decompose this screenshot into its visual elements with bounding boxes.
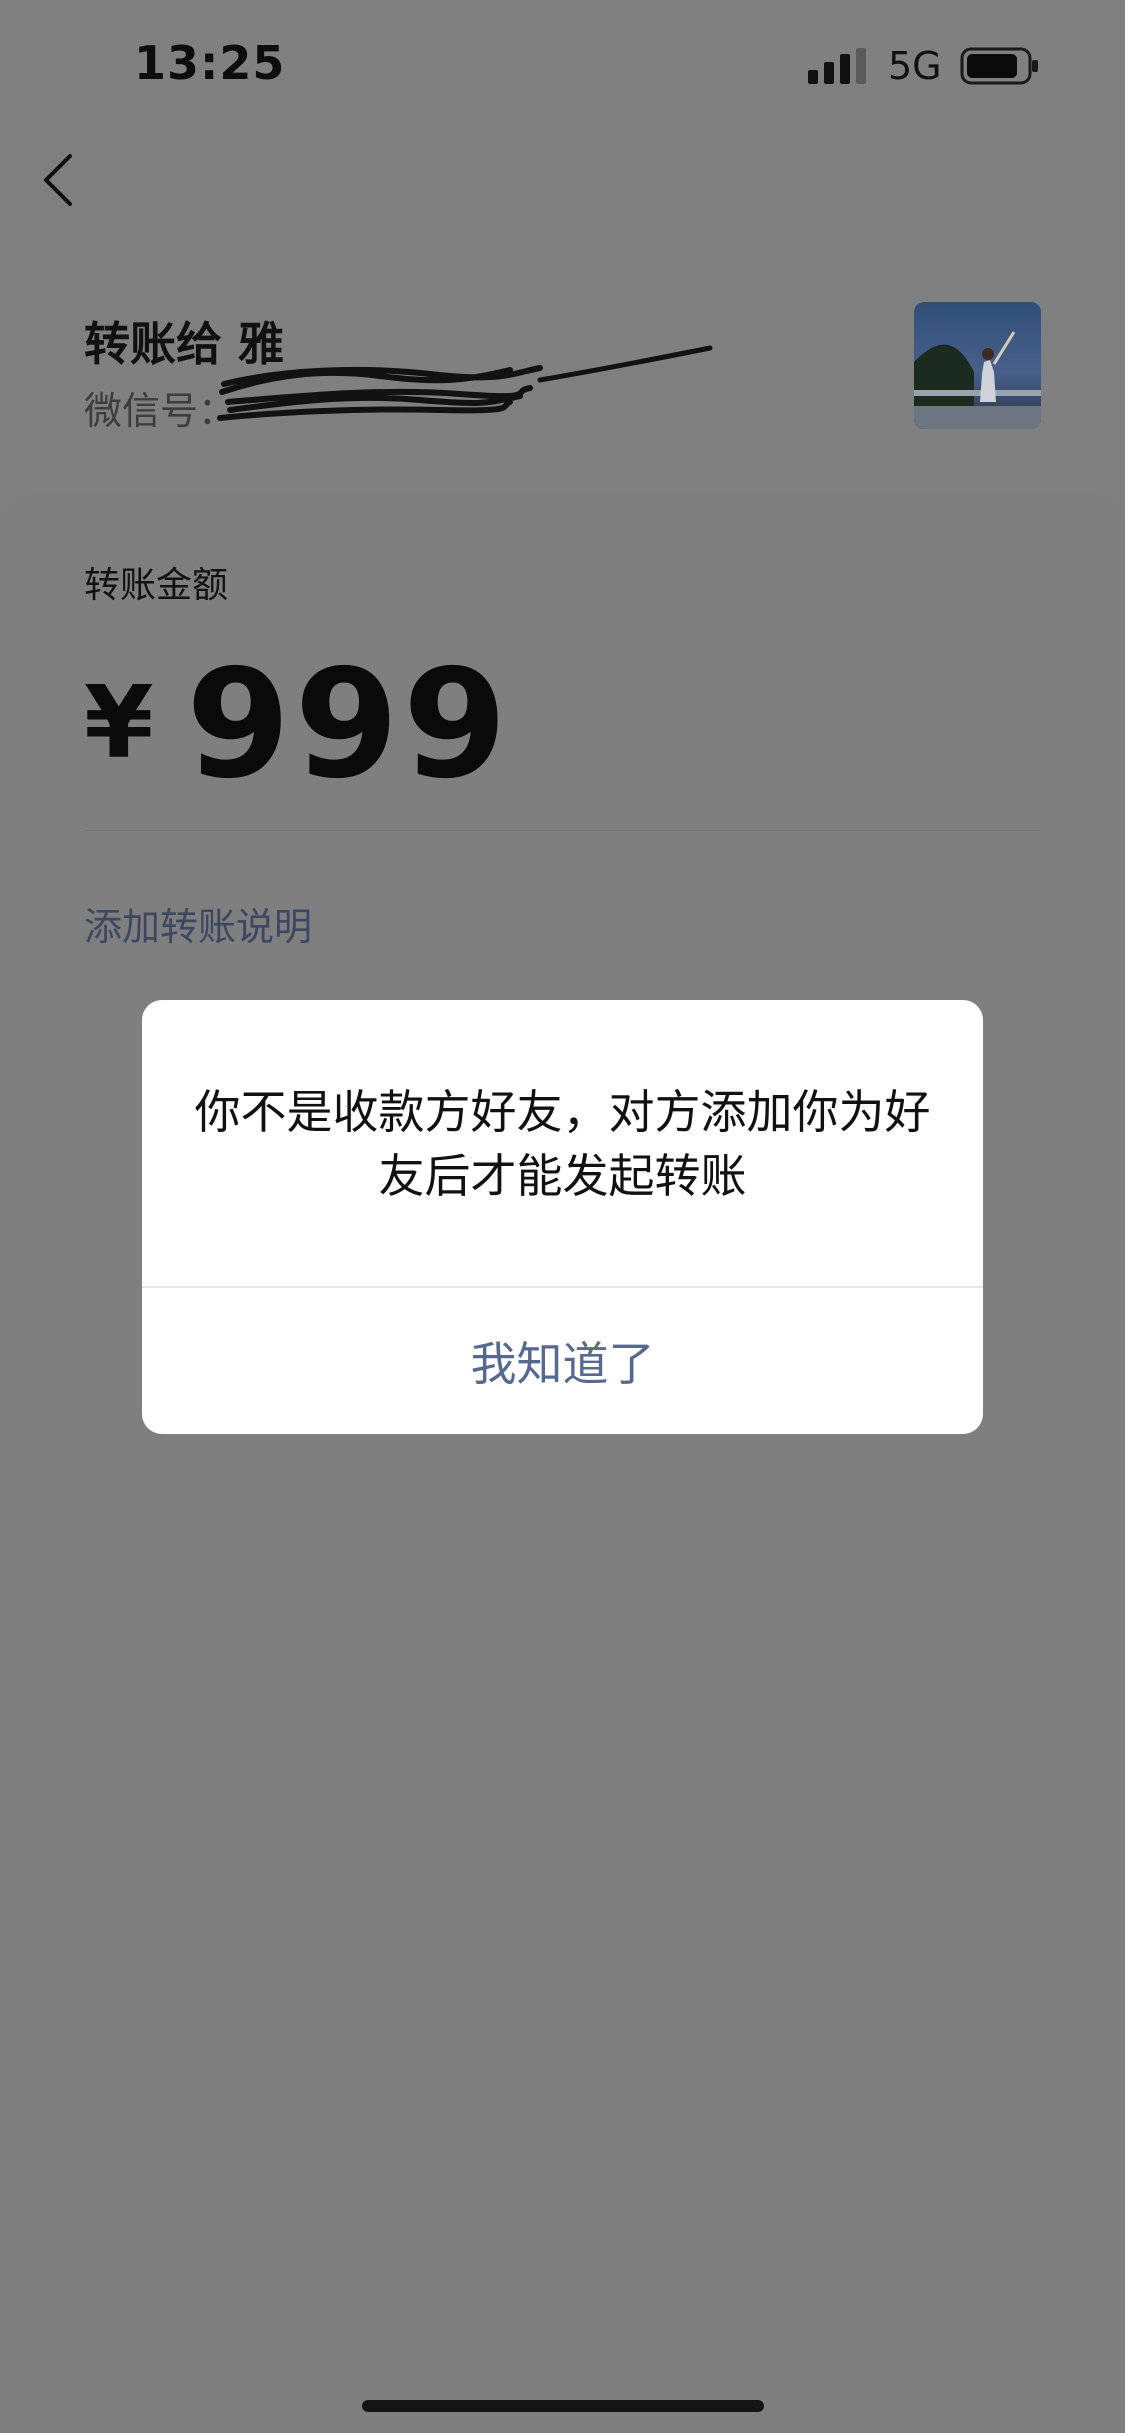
home-indicator[interactable] — [362, 2400, 764, 2412]
currency-symbol: ¥ — [84, 664, 154, 781]
amount-label: 转账金额 — [84, 565, 229, 606]
alert-dialog: 你不是收款方好友，对方添加你为好友后才能发起转账 我知道了 — [142, 1000, 983, 1434]
amount-value[interactable]: 999 — [186, 638, 511, 812]
transfer-card — [0, 492, 1125, 2433]
dialog-message: 你不是收款方好友，对方添加你为好友后才能发起转账 — [194, 1085, 931, 1203]
got-it-button[interactable]: 我知道了 — [142, 1288, 983, 1434]
network-type: 5G — [888, 44, 942, 88]
redaction-scribble — [217, 345, 713, 421]
signal-icon — [808, 48, 866, 84]
add-note-link[interactable]: 添加转账说明 — [84, 896, 312, 951]
chevron-left-icon[interactable] — [40, 150, 76, 210]
avatar — [914, 302, 1041, 429]
battery-icon — [960, 47, 1038, 85]
status-time: 13:25 — [134, 36, 286, 90]
amount-divider — [84, 830, 1040, 831]
